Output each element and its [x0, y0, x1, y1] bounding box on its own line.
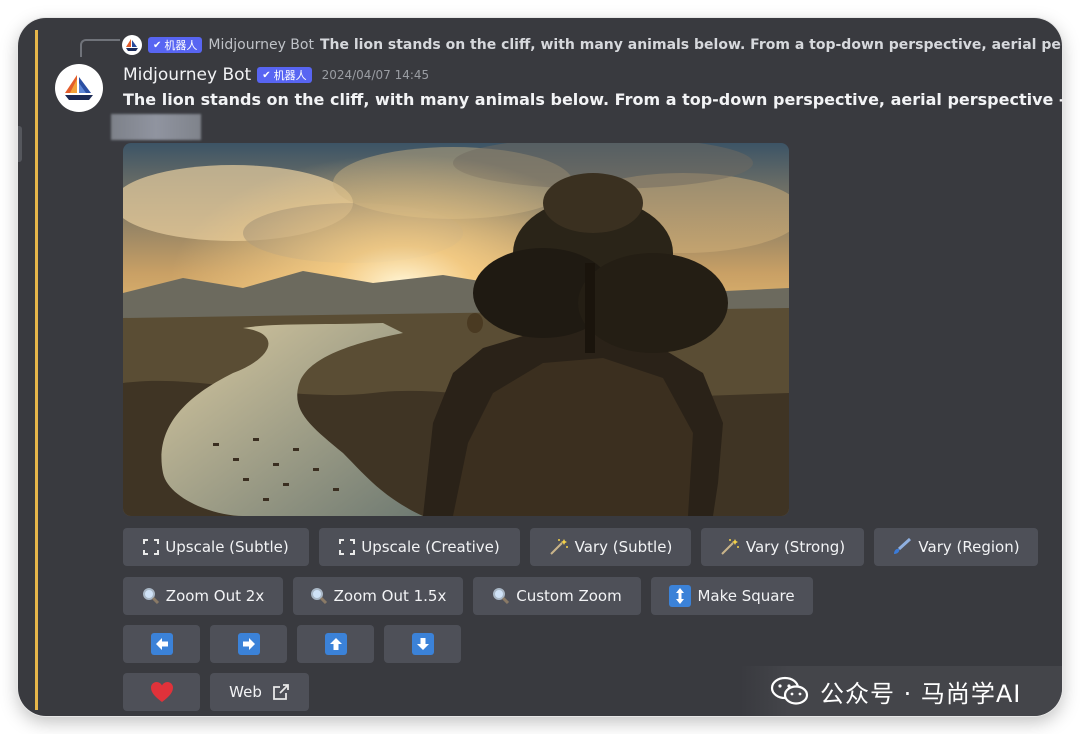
vary-region-button[interactable]: Vary (Region)	[874, 528, 1038, 566]
vary-subtle-button[interactable]: Vary (Subtle)	[530, 528, 691, 566]
magic-wand-icon	[549, 538, 569, 556]
zoom-out-1-5x-button[interactable]: Zoom Out 1.5x	[293, 577, 463, 615]
avatar[interactable]	[55, 64, 103, 112]
vary-region-label: Vary (Region)	[918, 538, 1020, 556]
make-square-button[interactable]: Make Square	[651, 577, 813, 615]
custom-zoom-button[interactable]: Custom Zoom	[473, 577, 641, 615]
prompt-text: The lion stands on the cliff, with many …	[123, 90, 1062, 109]
reply-bot-tag-label: 机器人	[164, 39, 198, 52]
zoom-out-2x-button[interactable]: Zoom Out 2x	[123, 577, 283, 615]
pan-up-button[interactable]	[297, 625, 374, 663]
verified-check-icon: ✔	[262, 69, 271, 81]
lion-cliff-scene	[123, 143, 789, 516]
midjourney-logo-icon	[65, 75, 93, 100]
favorite-button[interactable]	[123, 673, 200, 711]
arrow-right-icon	[237, 633, 260, 655]
bot-tag: ✔ 机器人	[257, 67, 312, 83]
upscale-creative-button[interactable]: Upscale (Creative)	[319, 528, 520, 566]
expand-corners-icon	[143, 539, 160, 555]
web-link-button[interactable]: Web	[210, 673, 309, 711]
zoom-out-2x-label: Zoom Out 2x	[165, 587, 265, 605]
upscale-subtle-label: Upscale (Subtle)	[165, 538, 289, 556]
action-row-1: Upscale (Subtle) Upscale (Creative) Vary…	[123, 528, 1038, 566]
zoom-out-1-5x-label: Zoom Out 1.5x	[333, 587, 447, 605]
message-header: Midjourney Bot ✔ 机器人 2024/04/07 14:45	[123, 63, 429, 87]
magnifier-icon	[142, 587, 160, 605]
watermark: 公众号 · 马尚学AI	[740, 666, 1062, 716]
external-link-icon	[272, 683, 290, 701]
pan-left-button[interactable]	[123, 625, 200, 663]
reply-reference[interactable]: ✔ 机器人 Midjourney Bot The lion stands on t…	[122, 34, 1062, 56]
upscale-subtle-button[interactable]: Upscale (Subtle)	[123, 528, 309, 566]
reply-author[interactable]: Midjourney Bot	[208, 37, 314, 53]
make-square-label: Make Square	[697, 587, 795, 605]
highlight-accent-bar	[35, 30, 38, 710]
pan-right-button[interactable]	[210, 625, 287, 663]
reply-avatar	[122, 35, 142, 55]
custom-zoom-label: Custom Zoom	[516, 587, 622, 605]
redacted-mention	[111, 114, 201, 140]
sailboat-icon	[126, 39, 138, 51]
extra-row: Web	[123, 673, 309, 711]
reply-connector	[80, 39, 120, 57]
vary-strong-button[interactable]: Vary (Strong)	[701, 528, 864, 566]
web-label: Web	[229, 683, 262, 701]
action-row-2: Zoom Out 2x Zoom Out 1.5x Custom Zoom Ma…	[123, 577, 813, 615]
discord-message-window: ✔ 机器人 Midjourney Bot The lion stands on t…	[18, 18, 1062, 716]
heart-icon	[150, 681, 174, 703]
arrow-up-icon	[324, 633, 347, 655]
expand-corners-icon	[339, 539, 356, 555]
magic-wand-icon	[720, 538, 740, 556]
magnifier-icon	[492, 587, 510, 605]
reply-bot-tag: ✔ 机器人	[148, 37, 203, 53]
upscale-creative-label: Upscale (Creative)	[361, 538, 500, 556]
reply-text[interactable]: The lion stands on the cliff, with many …	[320, 37, 1062, 53]
pan-row	[123, 625, 461, 663]
verified-check-icon: ✔	[153, 39, 162, 51]
timestamp: 2024/04/07 14:45	[321, 68, 430, 82]
scroll-gutter	[18, 126, 22, 162]
author-name[interactable]: Midjourney Bot	[123, 65, 251, 85]
generated-image[interactable]	[123, 143, 789, 516]
vary-strong-label: Vary (Strong)	[745, 538, 846, 556]
vary-subtle-label: Vary (Subtle)	[574, 538, 673, 556]
pan-down-button[interactable]	[384, 625, 461, 663]
magnifier-icon	[310, 587, 328, 605]
bot-tag-label: 机器人	[273, 69, 307, 82]
watermark-text: 公众号 · 马尚学AI	[820, 679, 1022, 708]
arrow-down-icon	[411, 633, 434, 655]
up-down-arrow-icon	[669, 585, 692, 607]
arrow-left-icon	[150, 633, 173, 655]
wechat-icon	[770, 676, 809, 705]
paintbrush-icon	[892, 538, 912, 556]
